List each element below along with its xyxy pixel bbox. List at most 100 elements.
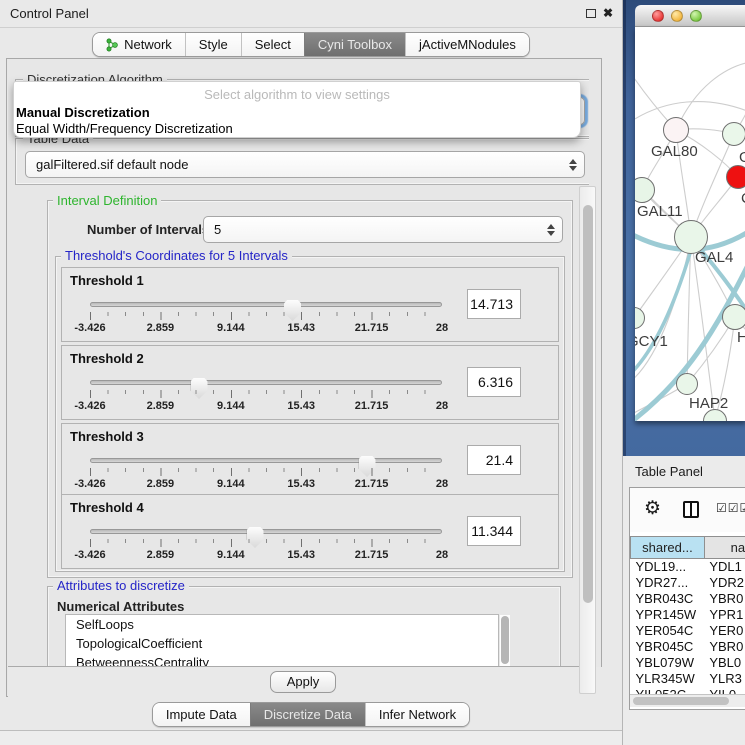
gear-icon[interactable]: ⚙ bbox=[644, 497, 661, 520]
dropdown-option-manual[interactable]: Manual Discretization bbox=[16, 105, 150, 120]
cyni-toolbox-panel: Discretization Algorithm Select algorith… bbox=[6, 58, 602, 697]
table-data-select[interactable]: galFiltered.sif default node bbox=[25, 151, 585, 178]
dropdown-option-equal-width[interactable]: Equal Width/Frequency Discretization bbox=[16, 121, 233, 136]
table-cell[interactable]: YLR3 bbox=[704, 671, 745, 687]
close-traffic-light[interactable] bbox=[652, 10, 664, 22]
slider-major-ticks bbox=[90, 539, 442, 547]
minimize-traffic-light[interactable] bbox=[671, 10, 683, 22]
panel-title: Control Panel bbox=[10, 6, 89, 21]
node-label-h-partial: H bbox=[737, 329, 745, 346]
algorithm-dropdown-popup: Select algorithm to view settings Manual… bbox=[13, 81, 581, 138]
threshold-slider-track[interactable] bbox=[90, 380, 442, 385]
table-cell[interactable]: YLR345W bbox=[631, 671, 705, 687]
table-cell[interactable]: YBL0 bbox=[704, 655, 745, 671]
threshold-3-panel: Threshold 3 -3.426 2.859 9.144 15.43 21.… bbox=[61, 423, 559, 498]
tab-select[interactable]: Select bbox=[241, 33, 304, 56]
network-icon bbox=[106, 38, 119, 52]
table-cell[interactable]: YBR045C bbox=[631, 639, 705, 655]
table-cell[interactable]: YDL1 bbox=[704, 559, 745, 575]
table-cell[interactable]: YER054C bbox=[631, 623, 705, 639]
numerical-attributes-label: Numerical Attributes bbox=[57, 599, 184, 614]
node-label-ga-partial: GA bbox=[739, 149, 745, 166]
table-panel-title: Table Panel bbox=[635, 464, 703, 479]
node-red-selected[interactable] bbox=[726, 165, 745, 189]
tab-cyni-toolbox[interactable]: Cyni Toolbox bbox=[304, 33, 405, 56]
threshold-value-field[interactable]: 21.4 bbox=[467, 445, 521, 475]
table-row: YPR145WYPR1 bbox=[631, 607, 745, 623]
tab-jactivemnodules[interactable]: jActiveMNodules bbox=[405, 33, 529, 56]
threshold-slider-track[interactable] bbox=[90, 458, 442, 463]
threshold-slider-track[interactable] bbox=[90, 529, 442, 534]
attributes-list-scrollbar[interactable] bbox=[500, 615, 510, 666]
tab-label: Style bbox=[199, 37, 228, 52]
float-window-icon[interactable] bbox=[586, 9, 596, 18]
node-hap2[interactable] bbox=[676, 373, 698, 395]
threshold-value-field[interactable]: 14.713 bbox=[467, 289, 521, 319]
group-title-thresholds: Threshold's Coordinates for 5 Intervals bbox=[61, 248, 292, 263]
column-header-name[interactable]: name bbox=[704, 537, 745, 559]
node-label-gal11: GAL11 bbox=[637, 203, 683, 220]
table-cell[interactable]: YER0 bbox=[704, 623, 745, 639]
slider-tick-labels: -3.426 2.859 9.144 15.43 21.715 28 bbox=[90, 400, 442, 414]
tab-network[interactable]: Network bbox=[93, 33, 185, 56]
threshold-1-panel: Threshold 1 -3.426 2.859 9.144 15.43 21.… bbox=[61, 267, 559, 342]
checkbox-icons[interactable]: ☑☑☑ bbox=[716, 501, 745, 515]
table-cell[interactable]: YBR0 bbox=[704, 591, 745, 607]
tab-infer-network[interactable]: Infer Network bbox=[365, 703, 469, 726]
table-cell[interactable]: YBL079W bbox=[631, 655, 705, 671]
node-label-gcy1: GCY1 bbox=[635, 333, 668, 350]
table-cell[interactable]: YDR27... bbox=[631, 575, 705, 591]
combo-arrows-icon bbox=[547, 224, 555, 236]
column-header-shared-name[interactable]: shared... bbox=[631, 537, 705, 559]
table-cell[interactable]: YDL19... bbox=[631, 559, 705, 575]
node-gal80[interactable] bbox=[663, 117, 689, 143]
table-row: YDL19...YDL1 bbox=[631, 559, 745, 575]
threshold-value-field[interactable]: 6.316 bbox=[467, 367, 521, 397]
number-of-intervals-value: 5 bbox=[214, 222, 221, 237]
node-top-right[interactable] bbox=[722, 122, 745, 146]
tab-label: Network bbox=[124, 37, 172, 52]
number-of-intervals-label: Number of Intervals bbox=[87, 222, 209, 237]
attribute-item[interactable]: SelfLoops bbox=[66, 615, 498, 634]
tab-style[interactable]: Style bbox=[185, 33, 241, 56]
table-box: ⚙ ☑☑☑ shared... name YDL19...YDL1YDR27..… bbox=[629, 487, 745, 710]
table-cell[interactable]: YBR0 bbox=[704, 639, 745, 655]
slider-tick-labels: -3.426 2.859 9.144 15.43 21.715 28 bbox=[90, 478, 442, 492]
tab-label: Impute Data bbox=[166, 707, 237, 722]
table-cell[interactable]: YBR043C bbox=[631, 591, 705, 607]
zoom-traffic-light[interactable] bbox=[690, 10, 702, 22]
tab-discretize-data[interactable]: Discretize Data bbox=[250, 703, 365, 726]
bottom-tab-strip: Impute Data Discretize Data Infer Networ… bbox=[0, 702, 622, 727]
network-window-titlebar[interactable] bbox=[635, 5, 745, 27]
numerical-attributes-list[interactable]: SelfLoopsTopologicalCoefficientBetweenne… bbox=[65, 614, 499, 666]
attribute-item[interactable]: TopologicalCoefficient bbox=[66, 634, 498, 653]
node-h[interactable] bbox=[722, 304, 745, 330]
tab-label: Discretize Data bbox=[264, 707, 352, 722]
attribute-item[interactable]: BetweennessCentrality bbox=[66, 653, 498, 666]
table-row: YER054CYER0 bbox=[631, 623, 745, 639]
tab-label: Select bbox=[255, 37, 291, 52]
tab-impute-data[interactable]: Impute Data bbox=[153, 703, 250, 726]
threshold-value-field[interactable]: 11.344 bbox=[467, 516, 521, 546]
threshold-label: Threshold 3 bbox=[70, 429, 144, 444]
threshold-label: Threshold 1 bbox=[70, 273, 144, 288]
network-canvas[interactable]: GAL80 GAL11 GAL4 GCY1 HAP2 GA C H bbox=[635, 27, 745, 421]
column-manager-icon[interactable] bbox=[683, 501, 699, 518]
table-cell[interactable]: YDR2 bbox=[704, 575, 745, 591]
table-cell[interactable]: YPR145W bbox=[631, 607, 705, 623]
right-region: GAL80 GAL11 GAL4 GCY1 HAP2 GA C H Table … bbox=[622, 0, 745, 745]
apply-button[interactable]: Apply bbox=[270, 671, 336, 693]
threshold-slider-track[interactable] bbox=[90, 302, 442, 307]
number-of-intervals-select[interactable]: 5 bbox=[203, 216, 563, 243]
table-cell[interactable]: YPR1 bbox=[704, 607, 745, 623]
panel-vertical-scrollbar[interactable] bbox=[579, 186, 596, 694]
table-horizontal-scrollbar[interactable] bbox=[630, 694, 745, 707]
table-row: YBR045CYBR0 bbox=[631, 639, 745, 655]
network-window-frame: GAL80 GAL11 GAL4 GCY1 HAP2 GA C H bbox=[623, 0, 745, 456]
node-label-hap2: HAP2 bbox=[689, 395, 728, 412]
node-table: shared... name YDL19...YDL1YDR27...YDR2Y… bbox=[630, 536, 745, 703]
table-row: YDR27...YDR2 bbox=[631, 575, 745, 591]
scroll-viewport: Discretization Algorithm Select algorith… bbox=[8, 60, 589, 666]
close-icon[interactable]: ✖ bbox=[603, 6, 613, 20]
group-title-attributes: Attributes to discretize bbox=[53, 578, 189, 593]
